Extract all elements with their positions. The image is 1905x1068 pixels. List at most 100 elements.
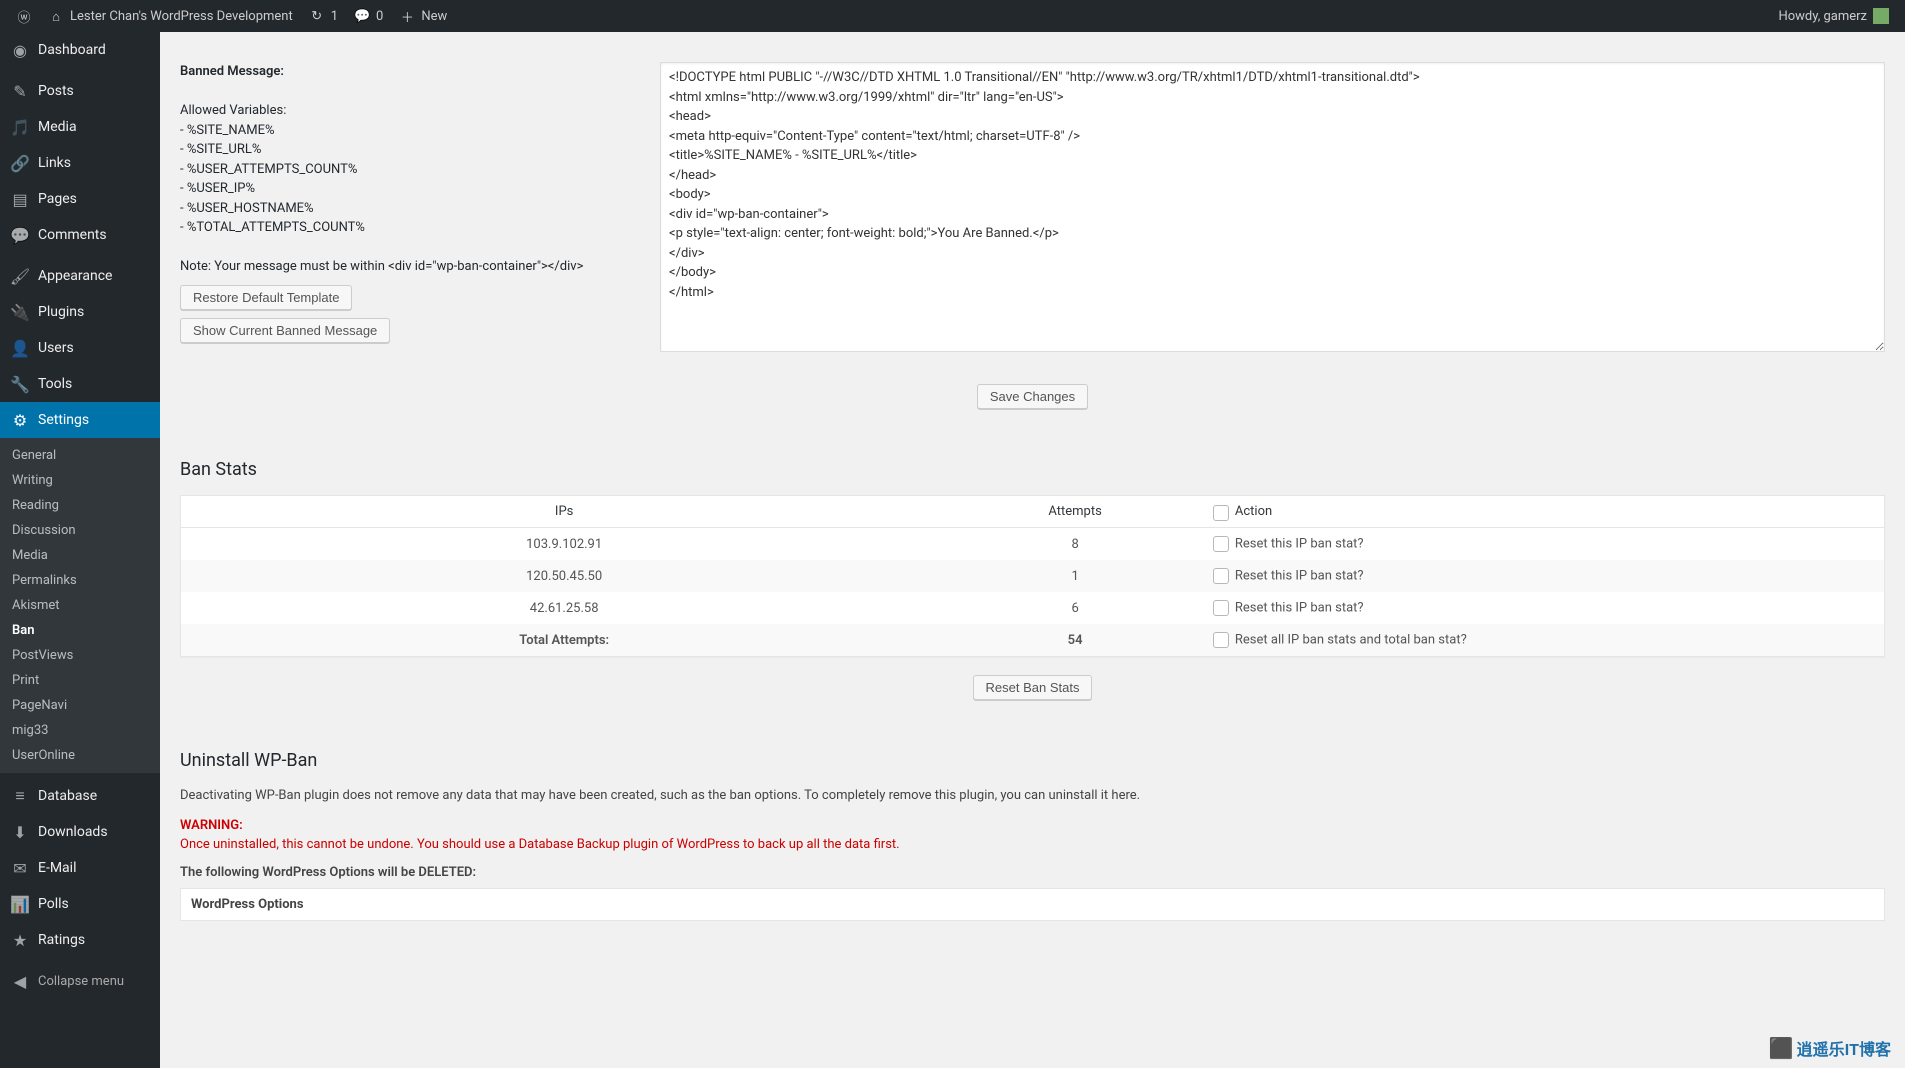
cell-ip: 120.50.45.50	[181, 560, 948, 592]
menu-links[interactable]: 🔗 Links	[0, 145, 160, 181]
menu-downloads[interactable]: ⬇Downloads	[0, 814, 160, 850]
menu-dashboard[interactable]: ◉ Dashboard	[0, 32, 160, 68]
cell-action: Reset this IP ban stat?	[1235, 536, 1364, 551]
reset-checkbox[interactable]	[1213, 568, 1229, 584]
admin-bar: ⓦ ⌂ Lester Chan's WordPress Development ↻…	[0, 0, 1905, 32]
col-action: Action	[1203, 496, 1885, 528]
sub-postviews[interactable]: PostViews	[0, 643, 160, 668]
menu-users[interactable]: 👤Users	[0, 330, 160, 366]
updates-link[interactable]: ↻1	[301, 0, 346, 32]
menu-label: Pages	[38, 191, 77, 207]
allowed-var: - %SITE_URL%	[180, 140, 660, 160]
collapse-icon: ◀	[10, 971, 30, 991]
menu-ratings[interactable]: ★Ratings	[0, 922, 160, 958]
deleted-table-header: WordPress Options	[181, 889, 1885, 921]
reset-checkbox[interactable]	[1213, 600, 1229, 616]
home-icon: ⌂	[48, 9, 64, 24]
menu-settings[interactable]: ⚙Settings	[0, 402, 160, 438]
menu-comments[interactable]: 💬Comments	[0, 217, 160, 253]
table-total-row: Total Attempts: 54 Reset all IP ban stat…	[181, 624, 1885, 657]
content-area: Banned Message: Allowed Variables: - %SI…	[160, 0, 1905, 961]
comments-link[interactable]: 💬0	[346, 0, 391, 32]
collapse-label: Collapse menu	[38, 974, 124, 989]
new-label: New	[421, 9, 447, 24]
plus-icon: ＋	[399, 7, 415, 26]
menu-label: Links	[38, 155, 71, 171]
sub-akismet[interactable]: Akismet	[0, 593, 160, 618]
restore-template-button[interactable]: Restore Default Template	[180, 285, 352, 310]
sub-permalinks[interactable]: Permalinks	[0, 568, 160, 593]
save-changes-button[interactable]: Save Changes	[977, 384, 1088, 409]
pin-icon: ✎	[10, 81, 30, 101]
table-row: 103.9.102.91 8 Reset this IP ban stat?	[181, 528, 1885, 561]
avatar	[1873, 8, 1889, 24]
menu-label: Downloads	[38, 824, 108, 840]
reset-checkbox[interactable]	[1213, 536, 1229, 552]
comment-icon: 💬	[354, 8, 370, 24]
deleted-heading: The following WordPress Options will be …	[180, 863, 1885, 883]
menu-appearance[interactable]: 🖌Appearance	[0, 258, 160, 294]
media-icon: 🎵	[10, 117, 30, 137]
reset-all-checkbox[interactable]	[1213, 632, 1229, 648]
menu-email[interactable]: ✉E-Mail	[0, 850, 160, 886]
sub-ban[interactable]: Ban	[0, 618, 160, 643]
banned-message-labels: Banned Message: Allowed Variables: - %SI…	[180, 62, 660, 343]
star-icon: ★	[10, 930, 30, 950]
uninstall-section: Uninstall WP-Ban Deactivating WP-Ban plu…	[180, 750, 1885, 921]
menu-label: Polls	[38, 896, 69, 912]
settings-submenu: General Writing Reading Discussion Media…	[0, 438, 160, 773]
menu-label: Media	[38, 119, 77, 135]
menu-label: Database	[38, 788, 97, 804]
col-action-label: Action	[1235, 504, 1272, 519]
cell-ip: 42.61.25.58	[181, 592, 948, 624]
dashboard-icon: ◉	[10, 40, 30, 60]
menu-pages[interactable]: ▤ Pages	[0, 181, 160, 217]
comment-icon: 💬	[10, 225, 30, 245]
new-content-link[interactable]: ＋ New	[391, 0, 455, 32]
menu-media[interactable]: 🎵 Media	[0, 109, 160, 145]
admin-menu: ◉ Dashboard ✎Posts 🎵 Media 🔗 Links ▤ Pages 💬…	[0, 32, 160, 1068]
select-all-checkbox[interactable]	[1213, 505, 1229, 521]
allowed-vars-heading: Allowed Variables:	[180, 101, 660, 121]
page-icon: ▤	[10, 189, 30, 209]
uninstall-desc: Deactivating WP-Ban plugin does not remo…	[180, 786, 1885, 806]
menu-label: E-Mail	[38, 860, 76, 876]
sub-print[interactable]: Print	[0, 668, 160, 693]
allowed-var: - %SITE_NAME%	[180, 121, 660, 141]
collapse-menu[interactable]: ◀ Collapse menu	[0, 963, 160, 999]
banned-message-textarea[interactable]	[660, 62, 1885, 352]
menu-label: Dashboard	[38, 42, 106, 58]
cell-attempts: 6	[947, 592, 1203, 624]
total-label: Total Attempts:	[181, 624, 948, 657]
chart-icon: 📊	[10, 894, 30, 914]
menu-label: Appearance	[38, 268, 112, 284]
show-banned-button[interactable]: Show Current Banned Message	[180, 318, 390, 343]
sub-discussion[interactable]: Discussion	[0, 518, 160, 543]
plugin-icon: 🔌	[10, 302, 30, 322]
col-ips: IPs	[181, 496, 948, 528]
link-icon: 🔗	[10, 153, 30, 173]
howdy-account[interactable]: Howdy, gamerz	[1770, 0, 1897, 32]
menu-polls[interactable]: 📊 Polls	[0, 886, 160, 922]
sub-general[interactable]: General	[0, 443, 160, 468]
reset-ban-stats-button[interactable]: Reset Ban Stats	[973, 675, 1093, 700]
banned-message-label: Banned Message:	[180, 64, 284, 79]
sub-mig33[interactable]: mig33	[0, 718, 160, 743]
deleted-options-table: WordPress Options	[180, 888, 1885, 921]
menu-tools[interactable]: 🔧Tools	[0, 366, 160, 402]
site-name-link[interactable]: ⌂ Lester Chan's WordPress Development	[40, 0, 301, 32]
sub-useronline[interactable]: UserOnline	[0, 743, 160, 768]
menu-label: Plugins	[38, 304, 84, 320]
sub-reading[interactable]: Reading	[0, 493, 160, 518]
menu-label: Settings	[38, 412, 89, 428]
sub-pagenavi[interactable]: PageNavi	[0, 693, 160, 718]
wp-logo[interactable]: ⓦ	[8, 0, 40, 32]
menu-plugins[interactable]: 🔌 Plugins	[0, 294, 160, 330]
site-title: Lester Chan's WordPress Development	[70, 9, 293, 24]
wordpress-icon: ⓦ	[16, 7, 32, 26]
menu-posts[interactable]: ✎Posts	[0, 73, 160, 109]
sub-media[interactable]: Media	[0, 543, 160, 568]
menu-database[interactable]: ≡Database	[0, 778, 160, 814]
watermark-text: 逍遥乐IT博客	[1797, 1036, 1891, 1060]
sub-writing[interactable]: Writing	[0, 468, 160, 493]
